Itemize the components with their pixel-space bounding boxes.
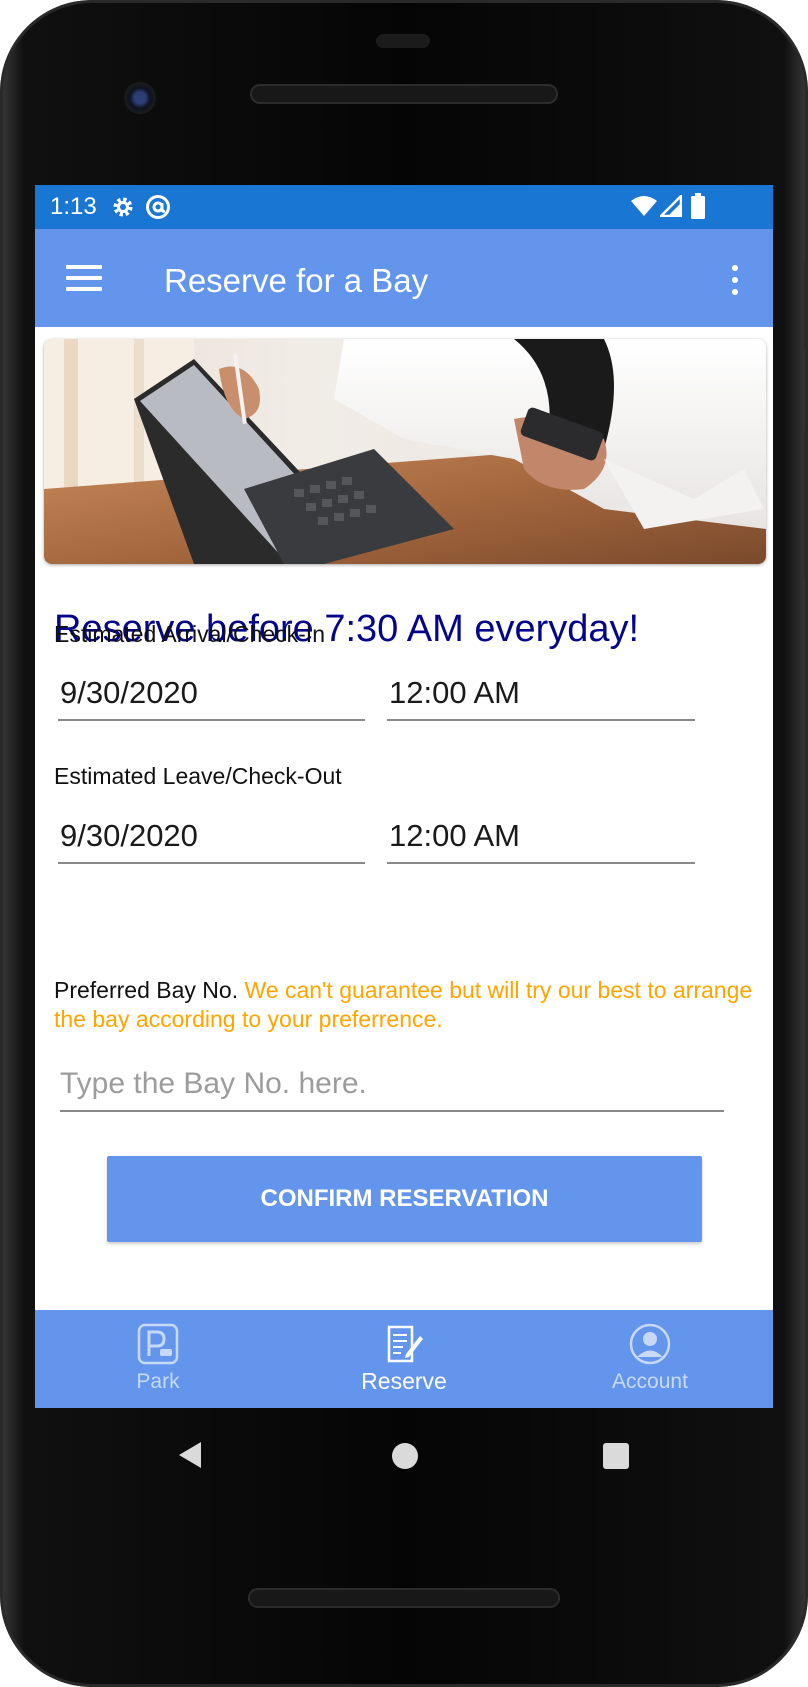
preferred-bay-note: Preferred Bay No. We can't guarantee but… [54,976,754,1034]
leave-date-field[interactable]: 9/30/2020 [58,810,365,864]
home-icon[interactable] [392,1443,418,1469]
leave-label: Estimated Leave/Check-Out [54,763,342,789]
bottom-navigation: Park Reserve Account [35,1310,773,1408]
bay-number-input[interactable]: Type the Bay No. here. [60,1058,724,1112]
at-sign-icon [145,194,171,225]
leave-time-field[interactable]: 12:00 AM [387,810,695,864]
bottom-speaker [248,1588,560,1608]
earpiece-speaker [250,84,558,104]
wifi-icon [631,195,657,222]
arrival-time-field[interactable]: 12:00 AM [387,667,695,721]
battery-icon [691,193,705,224]
back-icon[interactable] [177,1440,203,1470]
account-icon [629,1323,671,1365]
phone-frame: 1:13 Reserve for a Bay Reserve before 7:… [0,0,808,1687]
arrival-label: Estimated Arrival/Check-In [54,621,325,647]
cell-signal-icon [657,192,683,222]
status-bar: 1:13 [35,185,773,229]
nav-item-account[interactable]: Account [527,1310,773,1408]
nav-label-account: Account [612,1370,688,1393]
settings-gear-icon [111,195,135,224]
front-camera [124,82,156,114]
app-screen: 1:13 Reserve for a Bay Reserve before 7:… [35,185,773,1408]
status-time: 1:13 [50,193,97,220]
recent-apps-icon[interactable] [603,1443,629,1469]
power-button [804,430,808,580]
page-title: Reserve for a Bay [164,262,429,299]
menu-hamburger-icon[interactable] [66,265,102,291]
preferred-bay-label: Preferred Bay No. [54,977,239,1003]
top-sensor [376,34,430,48]
app-bar: Reserve for a Bay [35,229,773,327]
nav-item-park[interactable]: Park [35,1310,281,1408]
parking-icon [137,1323,179,1365]
nav-label-reserve: Reserve [361,1368,447,1394]
hero-image [44,339,766,564]
nav-item-reserve[interactable]: Reserve [281,1310,527,1408]
volume-button [804,260,808,350]
arrival-date-field[interactable]: 9/30/2020 [58,667,365,721]
confirm-reservation-button[interactable]: CONFIRM RESERVATION [107,1156,702,1242]
nav-label-park: Park [136,1370,180,1393]
reserve-form-icon [387,1325,423,1363]
more-options-icon[interactable] [725,263,745,297]
